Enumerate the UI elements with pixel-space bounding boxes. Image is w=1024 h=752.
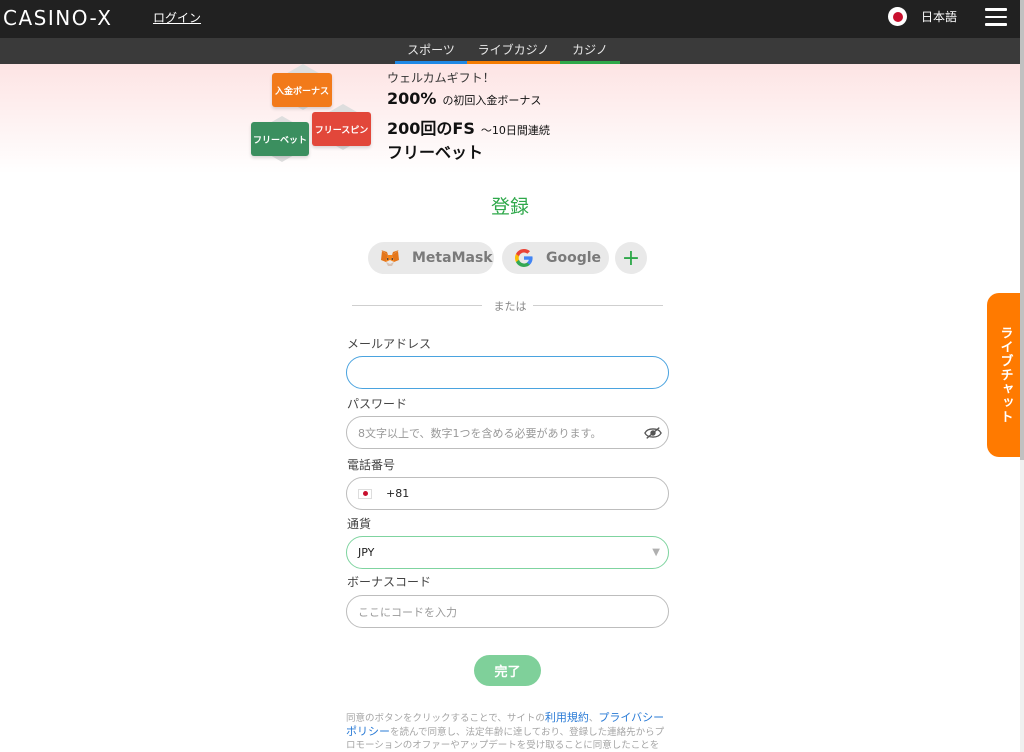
- badge-deposit-bonus: 入金ボーナス: [272, 73, 332, 107]
- bonus-desc: の初回入金ボーナス: [442, 94, 542, 107]
- japan-flag-icon[interactable]: [358, 488, 372, 499]
- bonus-code-label: ボーナスコード: [347, 575, 432, 589]
- currency-label: 通貨: [347, 517, 372, 531]
- bonus-code-input[interactable]: ここにコードを入力: [346, 595, 669, 628]
- register-title: 登録: [490, 196, 529, 218]
- phone-label: 電話番号: [347, 458, 396, 472]
- phone-country-code: +81: [386, 487, 410, 500]
- welcome-text: ウェルカムギフト！: [387, 71, 495, 85]
- menu-icon[interactable]: [985, 8, 1007, 26]
- freebet-text: フリーベット: [387, 143, 484, 162]
- category-nav: スポーツ ライブカジノ カジノ: [0, 38, 1020, 64]
- password-placeholder: 8文字以上で、数字1つを含める必要があります。: [358, 426, 602, 440]
- live-chat-button[interactable]: ライブチャット: [987, 293, 1023, 457]
- google-label: Google: [546, 250, 602, 266]
- scrollbar[interactable]: [1020, 0, 1024, 752]
- metamask-label: MetaMask: [412, 250, 493, 266]
- google-icon: [515, 249, 533, 267]
- fs-amount: 200回のFS: [387, 119, 475, 138]
- scrollbar-thumb[interactable]: [1020, 0, 1024, 460]
- password-field[interactable]: 8文字以上で、数字1つを含める必要があります。: [346, 416, 669, 449]
- badge-freespin: フリースピン: [312, 112, 371, 146]
- terms-link[interactable]: 利用規約: [545, 711, 589, 724]
- submit-button[interactable]: 完了: [474, 655, 541, 686]
- japan-flag-icon: [888, 7, 907, 26]
- site-logo[interactable]: CASINO-X: [3, 6, 112, 30]
- tab-casino[interactable]: カジノ: [560, 38, 620, 64]
- language-selector[interactable]: 日本語: [888, 7, 957, 26]
- language-label: 日本語: [921, 10, 958, 24]
- email-field[interactable]: [346, 356, 669, 389]
- currency-value: JPY: [358, 546, 375, 559]
- badge-freebet: フリーベット: [251, 122, 309, 156]
- eye-icon[interactable]: [644, 425, 662, 441]
- login-link[interactable]: ログイン: [153, 9, 201, 26]
- fs-line: 200回のFS 〜10日間連続: [387, 115, 550, 139]
- email-label: メールアドレス: [347, 337, 432, 351]
- chevron-down-icon: ▼: [652, 547, 660, 558]
- bonus-code-placeholder: ここにコードを入力: [358, 605, 457, 619]
- bonus-amount: 200%: [387, 89, 437, 108]
- fs-desc: 〜10日間連続: [480, 124, 550, 137]
- more-social-button[interactable]: +: [615, 242, 647, 274]
- terms-text: 同意のボタンをクリックすることで、サイトの利用規約、プライバシーポリシーを読んで…: [346, 711, 665, 751]
- or-separator: または: [493, 300, 527, 313]
- tab-sports[interactable]: スポーツ: [395, 38, 467, 64]
- metamask-fox-icon: [381, 250, 399, 266]
- top-bar: CASINO-X ログイン 日本語: [0, 0, 1020, 38]
- currency-select[interactable]: JPY ▼: [346, 536, 669, 569]
- bonus-line: 200% の初回入金ボーナス: [387, 89, 541, 108]
- tab-live-casino[interactable]: ライブカジノ: [467, 38, 560, 64]
- phone-field[interactable]: +81: [346, 477, 669, 510]
- password-label: パスワード: [347, 397, 408, 411]
- metamask-button[interactable]: MetaMask: [368, 242, 494, 274]
- google-button[interactable]: Google: [502, 242, 609, 274]
